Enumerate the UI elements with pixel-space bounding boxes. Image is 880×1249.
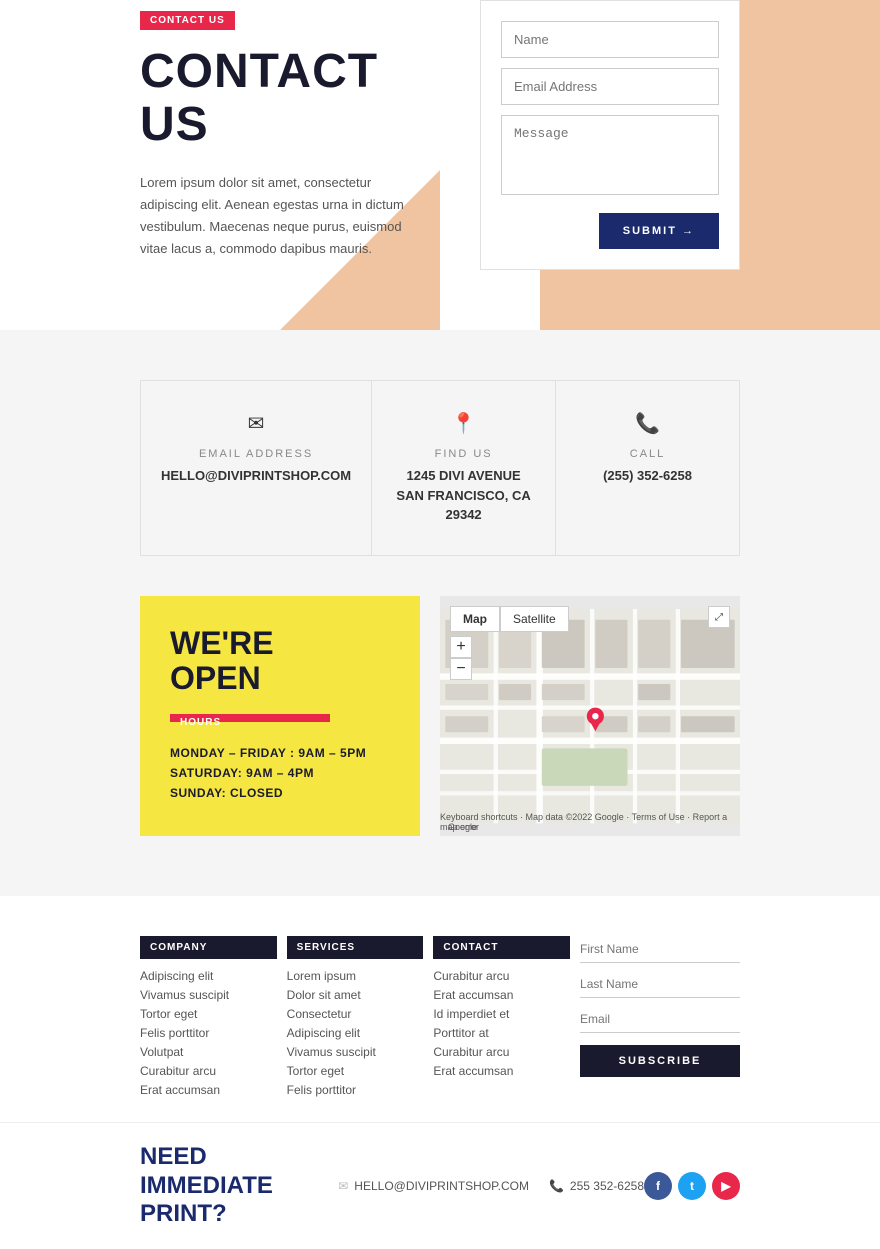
footer-section: COMPANY Adipiscing elit Vivamus suscipit… (0, 896, 880, 1122)
footer-contact-item[interactable]: Porttitor at (433, 1026, 570, 1040)
footer-services-header: SERVICES (287, 936, 424, 959)
footer-services-item[interactable]: Lorem ipsum (287, 969, 424, 983)
footer-company-item[interactable]: Felis porttitor (140, 1026, 277, 1040)
footer-services-item[interactable]: Consectetur (287, 1007, 424, 1021)
contact-email-item: ✉ EMAIL ADDRESS HELLO@DIVIPRINTSHOP.COM (141, 381, 372, 555)
page-title: CONTACT US (140, 46, 440, 152)
bottom-phone-icon: 📞 (549, 1179, 564, 1193)
footer-col-services: SERVICES Lorem ipsum Dolor sit amet Cons… (287, 936, 424, 1102)
hours-title: WE'REOPEN (170, 626, 390, 696)
hours-list: MONDAY – FRIDAY : 9AM – 5PM SATURDAY: 9A… (170, 746, 390, 800)
hours-item-sunday: SUNDAY: CLOSED (170, 786, 390, 800)
footer-col-company: COMPANY Adipiscing elit Vivamus suscipit… (140, 936, 277, 1102)
map-zoom-out[interactable]: − (450, 658, 472, 680)
contact-form: SUBMIT → (480, 0, 740, 270)
hours-box: WE'REOPEN HOURS MONDAY – FRIDAY : 9AM – … (140, 596, 420, 836)
name-input[interactable] (501, 21, 719, 58)
bottom-phone-value: 255 352-6258 (570, 1179, 644, 1193)
address-label: FIND US (392, 448, 535, 460)
address-value: 1245 DIVI AVENUESAN FRANCISCO, CA 29342 (392, 466, 535, 525)
map-zoom-controls: + − (450, 636, 472, 680)
footer-company-item[interactable]: Curabitur arcu (140, 1064, 277, 1078)
footer-contact-item[interactable]: Curabitur arcu (433, 969, 570, 983)
contact-info-grid: ✉ EMAIL ADDRESS HELLO@DIVIPRINTSHOP.COM … (140, 380, 740, 556)
map-tab-satellite[interactable]: Satellite (500, 606, 569, 632)
footer-contact-item[interactable]: Erat accumsan (433, 1064, 570, 1078)
bottom-bar-left: NEED IMMEDIATEPRINT? (140, 1143, 338, 1229)
phone-value: (255) 352-6258 (576, 466, 719, 486)
bottom-email-icon: ✉ (338, 1179, 348, 1193)
footer-company-item[interactable]: Tortor eget (140, 1007, 277, 1021)
message-input[interactable] (501, 115, 719, 195)
footer-company-header: COMPANY (140, 936, 277, 959)
footer-col-contact: CONTACT Curabitur arcu Erat accumsan Id … (433, 936, 570, 1102)
email-icon: ✉ (161, 411, 351, 436)
hero-description: Lorem ipsum dolor sit amet, consectetur … (140, 172, 420, 260)
youtube-icon[interactable]: ▶ (712, 1172, 740, 1200)
newsletter-email[interactable] (580, 1006, 740, 1033)
footer-services-item[interactable]: Felis porttitor (287, 1083, 424, 1097)
hero-section: CONTACT US CONTACT US Lorem ipsum dolor … (0, 0, 880, 330)
map-terms: Keyboard shortcuts · Map data ©2022 Goog… (440, 812, 732, 832)
email-input[interactable] (501, 68, 719, 105)
map-box[interactable]: Map Satellite + − ⤢ Google Keyboard shor… (440, 596, 740, 836)
footer-company-item[interactable]: Vivamus suscipit (140, 988, 277, 1002)
map-controls: Map Satellite (450, 606, 569, 632)
footer-contact-item[interactable]: Id imperdiet et (433, 1007, 570, 1021)
facebook-icon[interactable]: f (644, 1172, 672, 1200)
map-zoom-in[interactable]: + (450, 636, 472, 658)
map-svg (440, 596, 740, 836)
hours-map-section: WE'REOPEN HOURS MONDAY – FRIDAY : 9AM – … (0, 576, 880, 876)
location-icon: 📍 (392, 411, 535, 436)
phone-label: CALL (576, 448, 719, 460)
footer-contact-header: CONTACT (433, 936, 570, 959)
map-tab-map[interactable]: Map (450, 606, 500, 632)
bottom-email-value: HELLO@DIVIPRINTSHOP.COM (354, 1179, 529, 1193)
phone-icon: 📞 (576, 411, 719, 436)
map-expand-button[interactable]: ⤢ (708, 606, 730, 628)
newsletter-firstname[interactable] (580, 936, 740, 963)
footer-services-item[interactable]: Vivamus suscipit (287, 1045, 424, 1059)
footer-services-item[interactable]: Dolor sit amet (287, 988, 424, 1002)
bottom-phone: 📞 255 352-6258 (549, 1179, 644, 1193)
contact-address-item: 📍 FIND US 1245 DIVI AVENUESAN FRANCISCO,… (372, 381, 556, 555)
bottom-bar: NEED IMMEDIATEPRINT? ✉ HELLO@DIVIPRINTSH… (0, 1122, 880, 1249)
contact-phone-item: 📞 CALL (255) 352-6258 (556, 381, 739, 555)
footer-services-list: Lorem ipsum Dolor sit amet Consectetur A… (287, 969, 424, 1097)
hero-left: CONTACT US CONTACT US Lorem ipsum dolor … (140, 0, 440, 260)
newsletter-lastname[interactable] (580, 971, 740, 998)
email-label: EMAIL ADDRESS (161, 448, 351, 460)
bottom-email: ✉ HELLO@DIVIPRINTSHOP.COM (338, 1179, 529, 1193)
contact-info-section: ✉ EMAIL ADDRESS HELLO@DIVIPRINTSHOP.COM … (0, 360, 880, 576)
hours-badge: HOURS (170, 714, 330, 722)
footer-newsletter: SUBSCRIBE (580, 936, 740, 1102)
page-wrapper: CONTACT US CONTACT US Lorem ipsum dolor … (0, 0, 880, 1249)
footer-contact-item[interactable]: Curabitur arcu (433, 1045, 570, 1059)
footer-services-item[interactable]: Tortor eget (287, 1064, 424, 1078)
footer-contact-item[interactable]: Erat accumsan (433, 988, 570, 1002)
submit-button[interactable]: SUBMIT → (599, 213, 719, 249)
bottom-social: f t ▶ (644, 1172, 740, 1200)
twitter-icon[interactable]: t (678, 1172, 706, 1200)
hours-item-saturday: SATURDAY: 9AM – 4PM (170, 766, 390, 780)
hero-inner: CONTACT US CONTACT US Lorem ipsum dolor … (0, 0, 880, 270)
footer-grid: COMPANY Adipiscing elit Vivamus suscipit… (140, 936, 740, 1102)
hours-item-weekday: MONDAY – FRIDAY : 9AM – 5PM (170, 746, 390, 760)
footer-company-list: Adipiscing elit Vivamus suscipit Tortor … (140, 969, 277, 1097)
footer-services-item[interactable]: Adipiscing elit (287, 1026, 424, 1040)
email-value: HELLO@DIVIPRINTSHOP.COM (161, 466, 351, 486)
map-placeholder: Map Satellite + − ⤢ Google Keyboard shor… (440, 596, 740, 836)
contact-us-badge: CONTACT US (140, 11, 235, 30)
footer-company-item[interactable]: Adipiscing elit (140, 969, 277, 983)
need-print-title: NEED IMMEDIATEPRINT? (140, 1143, 338, 1229)
subscribe-button[interactable]: SUBSCRIBE (580, 1045, 740, 1077)
bottom-contacts: ✉ HELLO@DIVIPRINTSHOP.COM 📞 255 352-6258 (338, 1179, 644, 1193)
footer-company-item[interactable]: Volutpat (140, 1045, 277, 1059)
footer-contact-list: Curabitur arcu Erat accumsan Id imperdie… (433, 969, 570, 1078)
footer-company-item[interactable]: Erat accumsan (140, 1083, 277, 1097)
